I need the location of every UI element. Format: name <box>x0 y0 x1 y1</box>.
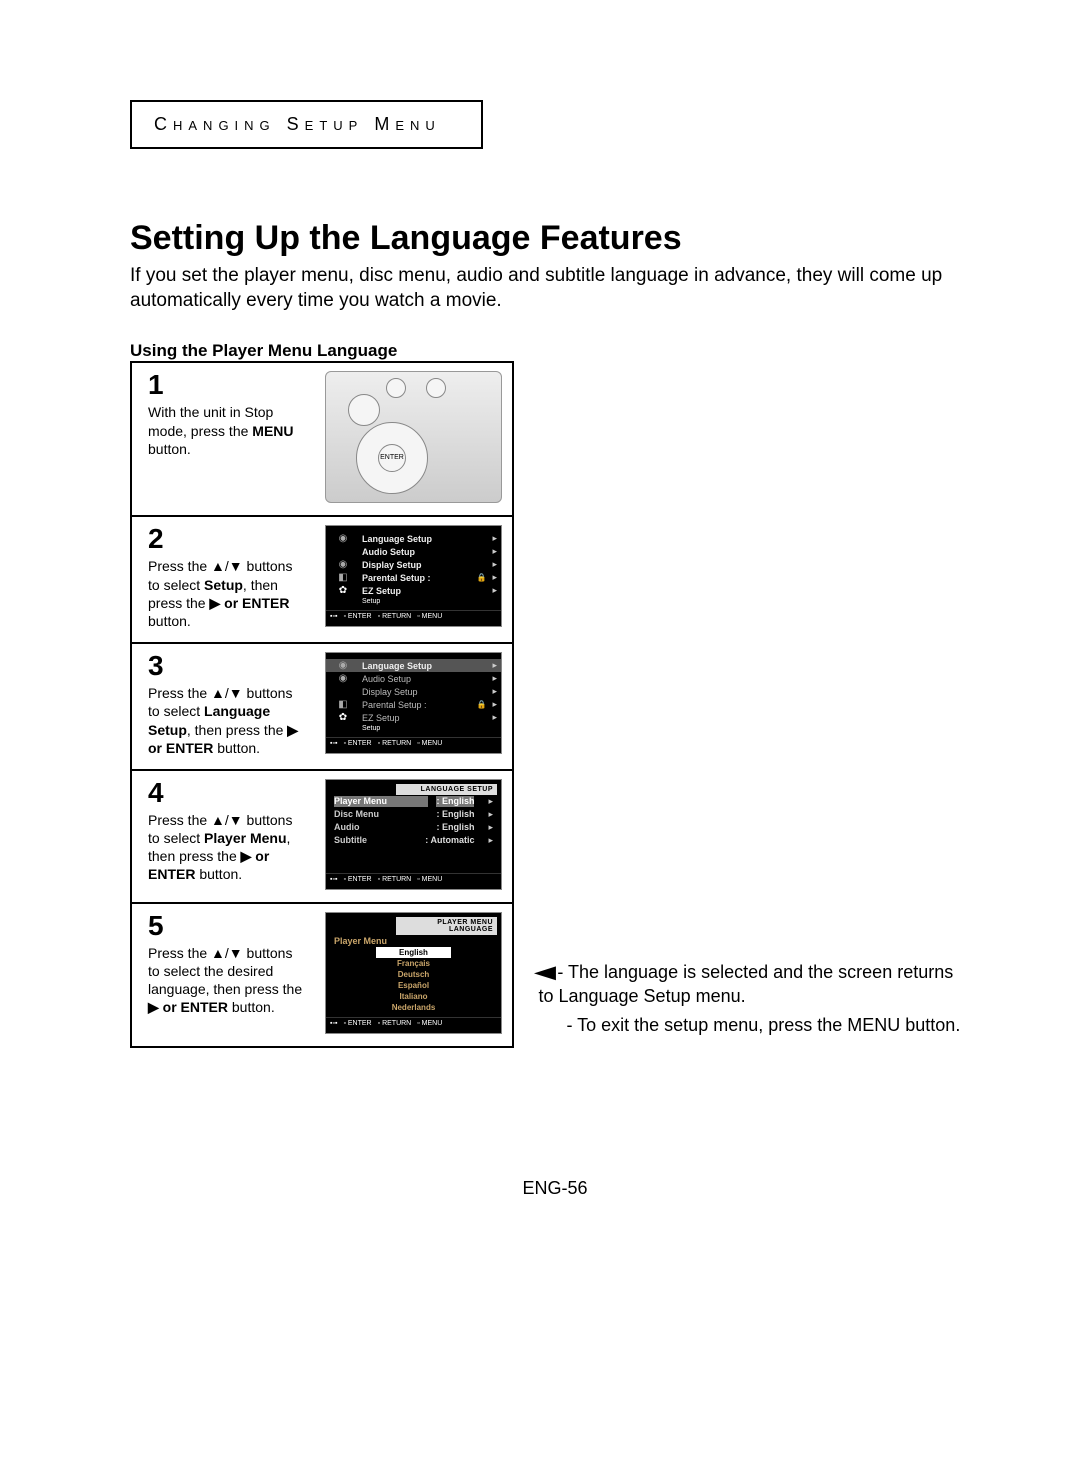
language-options: English Français Deutsch Español Italian… <box>326 947 501 1013</box>
function-icon: ◧ <box>330 572 356 583</box>
step-number: 3 <box>148 652 303 680</box>
note-line-1: - The language is selected and the scree… <box>538 962 953 1005</box>
step-number: 1 <box>148 371 303 399</box>
page-title: Setting Up the Language Features <box>130 219 980 258</box>
chevron-right-icon: ▸ <box>492 533 497 544</box>
osd-language-setup-list: LANGUAGE SETUP Player Menu: English▸ Dis… <box>325 779 502 890</box>
step-2: 2 Press the ▲/▼ buttons to select Setup,… <box>132 515 512 642</box>
remote-illustration: ENTER <box>325 371 502 503</box>
step-4: 4 Press the ▲/▼ buttons to select Player… <box>132 769 512 902</box>
osd-player-menu-language: PLAYER MENU LANGUAGE Player Menu English… <box>325 912 502 1034</box>
osd-screen-language-setup: ◉Language Setup▸ ◉Audio Setup▸ Display S… <box>325 652 502 754</box>
osd-header: LANGUAGE SETUP <box>396 784 497 795</box>
steps-column: 1 With the unit in Stop mode, press the … <box>130 361 514 1048</box>
step-number: 2 <box>148 525 303 553</box>
osd-screen-setup: ◉Language Setup▸ Audio Setup▸ ◉Display S… <box>325 525 502 627</box>
setup-icon: ✿ <box>330 585 356 596</box>
page-number: ENG-56 <box>130 1178 980 1199</box>
play-pause-icon <box>426 378 446 398</box>
left-arrow-icon: ◀ <box>534 961 556 984</box>
section-box: Changing Setup Menu <box>130 100 483 149</box>
osd-header: PLAYER MENU LANGUAGE <box>396 917 497 935</box>
disc-menu-icon: ◉ <box>330 533 356 544</box>
rewind-icon <box>348 394 380 426</box>
step-number: 4 <box>148 779 303 807</box>
step-number: 5 <box>148 912 303 940</box>
subheading: Using the Player Menu Language <box>130 341 980 361</box>
section-title: Changing Setup Menu <box>154 114 441 134</box>
step-5: 5 Press the ▲/▼ buttons to select the de… <box>132 902 512 1046</box>
step-3: 3 Press the ▲/▼ buttons to select Langua… <box>132 642 512 769</box>
intro-text: If you set the player menu, disc menu, a… <box>130 264 980 313</box>
note-line-2: - To exit the setup menu, press the MENU… <box>566 1014 968 1037</box>
notes-column: ◀ - The language is selected and the scr… <box>538 361 968 1037</box>
osd-footer: ▪▫▪▫ ENTER▫ RETURN▫ MENU <box>326 610 501 622</box>
title-menu-icon: ◉ <box>330 559 356 570</box>
step-1: 1 With the unit in Stop mode, press the … <box>132 363 512 515</box>
stop-icon <box>386 378 406 398</box>
